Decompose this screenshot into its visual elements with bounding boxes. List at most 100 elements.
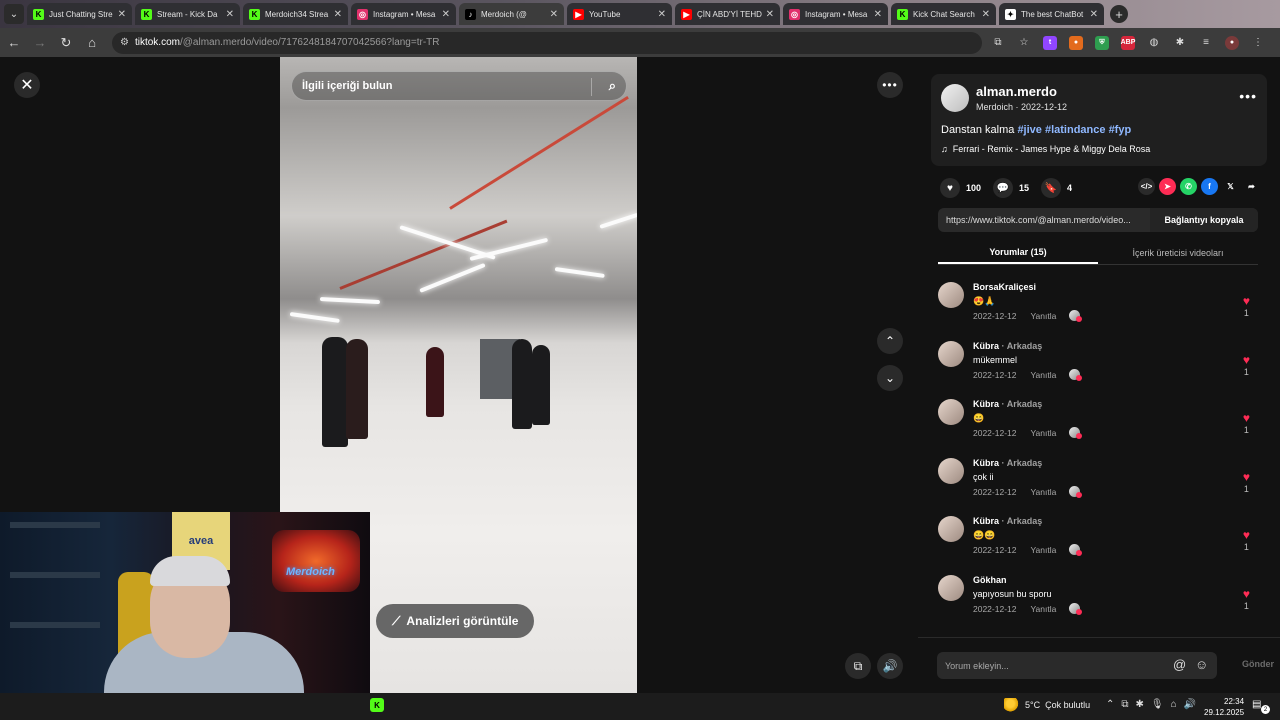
- reading-list-icon[interactable]: ≡: [1196, 33, 1216, 53]
- save-button[interactable]: 🔖 4: [1041, 178, 1072, 198]
- comment-like-button[interactable]: ♥ 1: [1243, 470, 1250, 494]
- extension-twitch-icon[interactable]: t: [1040, 33, 1060, 53]
- tab-close-icon[interactable]: ✕: [334, 9, 342, 20]
- close-video-button[interactable]: ✕: [14, 72, 40, 98]
- commenter-name[interactable]: Kübra · Arkadaş: [973, 516, 1042, 526]
- address-bar[interactable]: ⚙ tiktok.com/@alman.merdo/video/71762481…: [112, 31, 982, 54]
- commenter-username[interactable]: Kübra: [973, 516, 999, 526]
- music-link[interactable]: ♫ Ferrari - Remix - James Hype & Miggy De…: [941, 144, 1150, 154]
- commenter-username[interactable]: Gökhan: [973, 575, 1007, 585]
- volume-button[interactable]: 🔊: [877, 653, 903, 679]
- embed-code-icon[interactable]: </>: [1138, 178, 1155, 195]
- tab-close-icon[interactable]: ✕: [766, 9, 774, 20]
- emoji-icon[interactable]: ☺: [1195, 657, 1208, 672]
- commenter-avatar[interactable]: [938, 282, 964, 308]
- extension-generic-icon[interactable]: ◍: [1144, 33, 1164, 53]
- commenter-avatar[interactable]: [938, 574, 964, 601]
- comment-like-button[interactable]: ♥ 1: [1243, 529, 1250, 553]
- site-info-icon[interactable]: ⚙: [120, 37, 129, 48]
- commenter-username[interactable]: BorsaKraliçesi: [973, 282, 1036, 292]
- share-arrow-icon[interactable]: ➦: [1243, 178, 1260, 195]
- profile-avatar-icon[interactable]: ●: [1222, 33, 1242, 53]
- browser-tab[interactable]: ♪ Merdoich (@ ✕: [459, 3, 564, 25]
- browser-tab[interactable]: ✦ The best ChatBot ✕: [999, 3, 1104, 25]
- next-video-button[interactable]: ⌄: [877, 365, 903, 391]
- send-comment-button[interactable]: Gönder: [1242, 659, 1274, 669]
- browser-tab[interactable]: ◎ Instagram • Mesa ✕: [351, 3, 456, 25]
- author-avatar[interactable]: [941, 84, 969, 112]
- view-analytics-button[interactable]: ⟋ Analizleri görüntüle: [376, 604, 535, 638]
- tab-close-icon[interactable]: ✕: [226, 9, 234, 20]
- tab-creator-videos[interactable]: İçerik üreticisi videoları: [1098, 241, 1258, 264]
- tab-close-icon[interactable]: ✕: [442, 9, 450, 20]
- search-icon[interactable]: ⌕: [609, 78, 616, 94]
- bookmark-star-icon[interactable]: ☆: [1014, 33, 1034, 53]
- notification-center[interactable]: ▤ 2: [1252, 699, 1270, 714]
- comment-like-button[interactable]: ♥ 1: [1243, 587, 1250, 611]
- floating-player-button[interactable]: ⧉: [845, 653, 871, 679]
- browser-menu-icon[interactable]: ⋮: [1248, 33, 1268, 53]
- facebook-icon[interactable]: f: [1201, 178, 1218, 195]
- tray-bluetooth-icon[interactable]: ✱: [1136, 699, 1144, 710]
- browser-tab[interactable]: ▶ ÇİN ABD'Yİ TEHD ✕: [675, 3, 780, 25]
- commenter-name[interactable]: Kübra · Arkadaş: [973, 399, 1042, 409]
- hashtag-link[interactable]: #latindance: [1045, 124, 1106, 136]
- commenter-username[interactable]: Kübra: [973, 399, 999, 409]
- video-link[interactable]: https://www.tiktok.com/@alman.merdo/vide…: [938, 215, 1150, 225]
- commenter-name[interactable]: Kübra · Arkadaş: [973, 341, 1042, 351]
- comment-like-button[interactable]: ♥ 1: [1243, 353, 1250, 377]
- comment-like-button[interactable]: ♥ 1: [1243, 295, 1250, 319]
- reload-button[interactable]: ↻: [54, 31, 78, 55]
- commenter-name[interactable]: BorsaKraliçesi: [973, 282, 1036, 292]
- hashtag-link[interactable]: #jive: [1017, 124, 1041, 136]
- like-button[interactable]: ♥ 100: [940, 178, 981, 198]
- extension-adblock-icon[interactable]: ABP: [1118, 33, 1138, 53]
- tab-close-icon[interactable]: ✕: [982, 9, 990, 20]
- hashtag-link[interactable]: #fyp: [1109, 124, 1132, 136]
- tray-chevron-icon[interactable]: ⌃: [1106, 699, 1114, 710]
- commenter-avatar[interactable]: [938, 340, 964, 367]
- commenter-avatar[interactable]: [938, 399, 964, 426]
- tab-close-icon[interactable]: ✕: [658, 9, 666, 20]
- reply-button[interactable]: Yanıtla: [1030, 370, 1056, 380]
- commenter-username[interactable]: Kübra: [973, 458, 999, 468]
- reply-button[interactable]: Yanıtla: [1030, 311, 1056, 321]
- tab-close-icon[interactable]: ✕: [874, 9, 882, 20]
- new-tab-button[interactable]: +: [1110, 5, 1128, 23]
- tab-close-icon[interactable]: ✕: [118, 9, 126, 20]
- commenter-avatar[interactable]: [938, 457, 964, 484]
- browser-tab[interactable]: K Kick Chat Search ✕: [891, 3, 996, 25]
- comment-like-button[interactable]: ♥ 1: [1243, 412, 1250, 436]
- send-to-friends-icon[interactable]: ➤: [1159, 178, 1176, 195]
- network-icon[interactable]: ⌂: [1171, 699, 1177, 710]
- author-username[interactable]: alman.merdo: [976, 84, 1057, 99]
- weather-widget[interactable]: 5°C Çok bulutlu: [1004, 698, 1090, 712]
- browser-tab[interactable]: K Stream - Kick Da ✕: [135, 3, 240, 25]
- more-options-button[interactable]: •••: [877, 72, 903, 98]
- reply-button[interactable]: Yanıtla: [1030, 545, 1056, 555]
- extension-shield-icon[interactable]: ⛨: [1092, 33, 1112, 53]
- mention-icon[interactable]: @: [1173, 657, 1186, 672]
- system-clock[interactable]: 22:34 29.12.2025: [1204, 696, 1244, 718]
- browser-tab[interactable]: ▶ YouTube ✕: [567, 3, 672, 25]
- commenter-avatar[interactable]: [938, 516, 964, 543]
- install-app-icon[interactable]: ⧉: [988, 33, 1008, 53]
- comment-button[interactable]: 💬 15: [993, 178, 1029, 198]
- microphone-icon[interactable]: 🎙: [1151, 699, 1164, 710]
- browser-tab[interactable]: ◎ Instagram • Mesa ✕: [783, 3, 888, 25]
- tab-comments[interactable]: Yorumlar (15): [938, 241, 1098, 264]
- reply-button[interactable]: Yanıtla: [1030, 604, 1056, 614]
- previous-video-button[interactable]: ⌃: [877, 328, 903, 354]
- back-button[interactable]: ←: [2, 31, 26, 55]
- forward-button[interactable]: →: [28, 31, 52, 55]
- commenter-username[interactable]: Kübra: [973, 341, 999, 351]
- tab-close-icon[interactable]: ✕: [550, 9, 558, 20]
- home-button[interactable]: ⌂: [80, 31, 104, 55]
- x-icon[interactable]: 𝕏: [1222, 178, 1239, 195]
- browser-tab[interactable]: K Just Chatting Stre ✕: [27, 3, 132, 25]
- comment-input[interactable]: Yorum ekleyin... @ ☺: [937, 652, 1217, 679]
- extensions-puzzle-icon[interactable]: ✱: [1170, 33, 1190, 53]
- reply-button[interactable]: Yanıtla: [1030, 487, 1056, 497]
- commenter-name[interactable]: Gökhan: [973, 575, 1007, 585]
- commenter-name[interactable]: Kübra · Arkadaş: [973, 458, 1042, 468]
